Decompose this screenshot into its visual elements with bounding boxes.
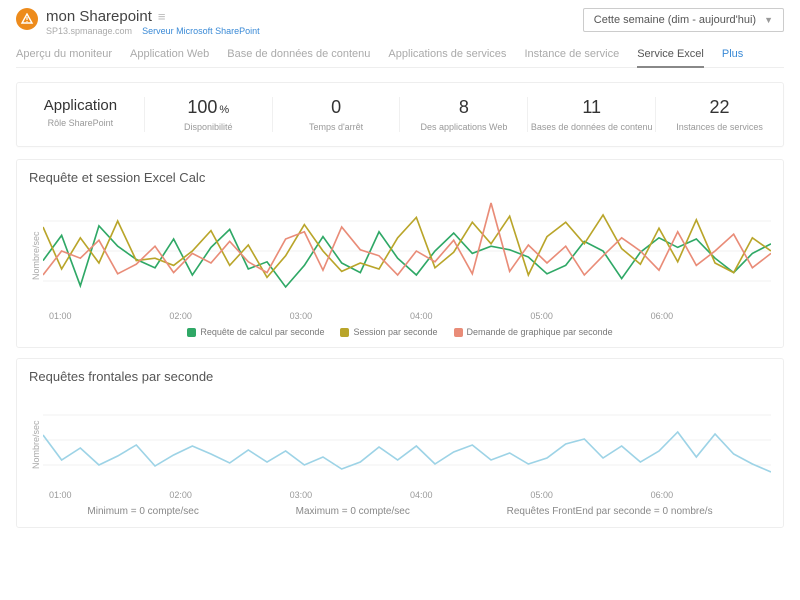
stat-suffix: %	[219, 104, 229, 116]
tab-4[interactable]: Instance de service	[524, 48, 619, 61]
stat-value: 22	[656, 97, 783, 118]
stat-label: Temps d'arrêt	[273, 122, 400, 132]
stats-card: Application Rôle SharePoint100% Disponibil…	[16, 82, 784, 147]
legend-swatch	[454, 328, 463, 337]
series-line	[43, 226, 771, 287]
stat-2: 0 Temps d'arrêt	[273, 97, 401, 132]
stat-3: 8 Des applications Web	[400, 97, 528, 132]
chart-xticks: 01:0002:0003:0004:0005:0006:00	[43, 490, 771, 500]
substat: Minimum = 0 compte/sec	[87, 506, 198, 517]
stat-label: Rôle SharePoint	[17, 118, 144, 128]
series-line	[43, 432, 771, 472]
legend-label: Requête de calcul par seconde	[200, 327, 324, 337]
legend-item: Requête de calcul par seconde	[187, 327, 324, 337]
host-label: SP13.spmanage.com	[46, 26, 132, 36]
xtick: 04:00	[410, 490, 530, 500]
chart-substats: Minimum = 0 compte/sec Maximum = 0 compte…	[29, 506, 771, 517]
chart-card-1: Requêtes frontales par seconde Nombre/sec…	[16, 358, 784, 528]
title-block: mon Sharepoint ≡ SP13.spmanage.com Serve…	[16, 8, 260, 36]
chart-wrap: Nombre/sec01:0002:0003:0004:0005:0006:00	[29, 390, 771, 500]
stat-5: 22 Instances de services	[656, 97, 783, 132]
chart-ylabel: Nombre/sec	[29, 390, 43, 500]
legend-swatch	[187, 328, 196, 337]
tab-0[interactable]: Aperçu du moniteur	[16, 48, 112, 61]
tabs: Aperçu du moniteur Application Web Base de…	[16, 42, 784, 68]
xtick: 04:00	[410, 311, 530, 321]
stat-0: Application Rôle SharePoint	[17, 97, 145, 132]
chart-title: Requêtes frontales par seconde	[29, 369, 771, 384]
tab-3[interactable]: Applications de services	[388, 48, 506, 61]
page-title-text: mon Sharepoint	[46, 8, 152, 25]
xtick: 06:00	[651, 311, 771, 321]
tab-1[interactable]: Application Web	[130, 48, 209, 61]
stat-value: 11	[528, 97, 655, 118]
chevron-down-icon: ▼	[764, 15, 773, 25]
stat-4: 11 Bases de données de contenu	[528, 97, 656, 132]
stat-1: 100% Disponibilité	[145, 97, 273, 132]
menu-icon[interactable]: ≡	[158, 9, 166, 24]
stat-value: 100%	[145, 97, 272, 118]
stat-label: Des applications Web	[400, 122, 527, 132]
xtick: 03:00	[290, 311, 410, 321]
stat-label: Bases de données de contenu	[528, 122, 655, 132]
stat-label: Disponibilité	[145, 122, 272, 132]
xtick: 03:00	[290, 490, 410, 500]
server-link[interactable]: Serveur Microsoft SharePoint	[142, 26, 260, 36]
content: Application Rôle SharePoint100% Disponibil…	[16, 68, 784, 528]
xtick: 06:00	[651, 490, 771, 500]
xtick: 01:00	[49, 311, 169, 321]
xtick: 05:00	[530, 490, 650, 500]
tab-5[interactable]: Service Excel	[637, 48, 704, 68]
time-range-label: Cette semaine (dim - aujourd'hui)	[594, 14, 756, 26]
chart-wrap: Nombre/sec01:0002:0003:0004:0005:0006:00	[29, 191, 771, 321]
xtick: 05:00	[530, 311, 650, 321]
charts-container: Requête et session Excel CalcNombre/sec0…	[16, 159, 784, 528]
chart-plot: 01:0002:0003:0004:0005:0006:00	[43, 390, 771, 500]
page-title: mon Sharepoint ≡	[46, 8, 260, 25]
chart-plot: 01:0002:0003:0004:0005:0006:00	[43, 191, 771, 321]
stat-value: Application	[17, 97, 144, 114]
time-range-select[interactable]: Cette semaine (dim - aujourd'hui) ▼	[583, 8, 784, 32]
page-root: mon Sharepoint ≡ SP13.spmanage.com Serve…	[0, 0, 800, 546]
legend-swatch	[340, 328, 349, 337]
chart-xticks: 01:0002:0003:0004:0005:0006:00	[43, 311, 771, 321]
warning-icon	[16, 8, 38, 30]
stat-value: 8	[400, 97, 527, 118]
substat: Requêtes FrontEnd par seconde = 0 nombre…	[507, 506, 713, 517]
xtick: 01:00	[49, 490, 169, 500]
chart-legend: Requête de calcul par seconde Session par…	[29, 327, 771, 337]
xtick: 02:00	[169, 311, 289, 321]
header: mon Sharepoint ≡ SP13.spmanage.com Serve…	[16, 8, 784, 36]
series-line	[43, 215, 771, 277]
chart-card-0: Requête et session Excel CalcNombre/sec0…	[16, 159, 784, 348]
stat-value: 0	[273, 97, 400, 118]
legend-label: Demande de graphique par seconde	[467, 327, 613, 337]
substat: Maximum = 0 compte/sec	[296, 506, 410, 517]
legend-label: Session par seconde	[353, 327, 437, 337]
chart-ylabel: Nombre/sec	[29, 191, 43, 321]
stat-label: Instances de services	[656, 122, 783, 132]
xtick: 02:00	[169, 490, 289, 500]
legend-item: Demande de graphique par seconde	[454, 327, 613, 337]
tab-2[interactable]: Base de données de contenu	[227, 48, 370, 61]
legend-item: Session par seconde	[340, 327, 437, 337]
chart-title: Requête et session Excel Calc	[29, 170, 771, 185]
tab-6[interactable]: Plus	[722, 48, 743, 61]
